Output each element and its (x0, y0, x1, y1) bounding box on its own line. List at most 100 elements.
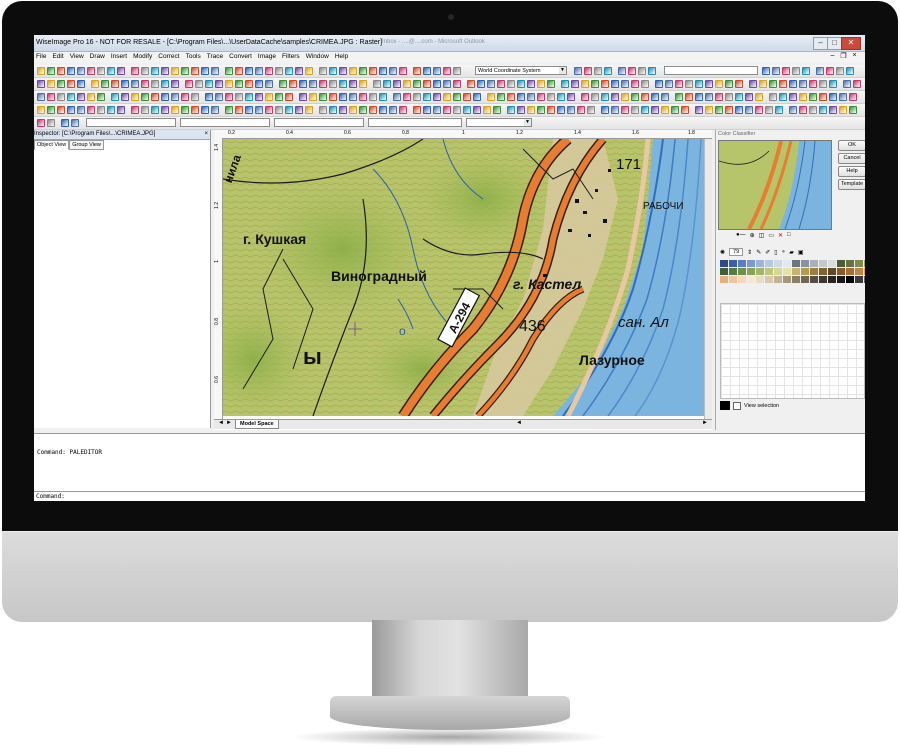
toolbar-button-icon[interactable] (349, 93, 357, 101)
toolbar-button-icon[interactable] (329, 93, 337, 101)
palette-swatch[interactable] (738, 276, 746, 283)
toolbar-button-icon[interactable] (151, 106, 159, 114)
toolbar-button-icon[interactable] (151, 93, 159, 101)
menu-file[interactable]: File (36, 53, 46, 60)
toolbar-button-icon[interactable] (473, 106, 481, 114)
toolbar-button-icon[interactable] (755, 106, 763, 114)
coordinate-system-select[interactable]: World Coordinate System ▼ (475, 66, 567, 75)
toolbar-button-icon[interactable] (57, 106, 65, 114)
toolbar-button-icon[interactable] (571, 80, 579, 88)
toolbar-button-icon[interactable] (47, 106, 55, 114)
toolbar-button-icon[interactable] (725, 106, 733, 114)
toolbar-button-icon[interactable] (265, 106, 273, 114)
toolbar-button-icon[interactable] (799, 80, 807, 88)
toolbar-button-icon[interactable] (299, 80, 307, 88)
palette-swatch[interactable] (765, 260, 773, 267)
toolbar-button-icon[interactable] (379, 106, 387, 114)
toolbar-button-icon[interactable] (339, 67, 347, 75)
close-button[interactable]: ✕ (841, 37, 861, 50)
toolbar-button-icon[interactable] (285, 67, 293, 75)
palette-swatch[interactable] (729, 268, 737, 275)
toolbar-button-icon[interactable] (547, 93, 555, 101)
toolbar-input-1[interactable] (664, 66, 758, 75)
pipette-icon[interactable]: ✎ (756, 249, 761, 256)
palette-swatch[interactable] (846, 260, 854, 267)
toolbar-button-icon[interactable] (373, 80, 381, 88)
toolbar-button-icon[interactable] (191, 106, 199, 114)
toolbar-button-icon[interactable] (195, 80, 203, 88)
toolbar-button-icon[interactable] (601, 93, 609, 101)
toolbar-button-icon[interactable] (433, 93, 441, 101)
toolbar-button-icon[interactable] (819, 80, 827, 88)
toolbar-button-icon[interactable] (591, 93, 599, 101)
toolbar-button-icon[interactable] (423, 80, 431, 88)
toolbar-button-icon[interactable] (601, 106, 609, 114)
toolbar-button-icon[interactable] (47, 119, 55, 127)
pan-icon[interactable]: ▭ (768, 232, 774, 239)
toolbar-button-icon[interactable] (836, 67, 844, 75)
toolbar-button-icon[interactable] (171, 93, 179, 101)
palette-swatch[interactable] (810, 260, 818, 267)
palette-swatch[interactable] (801, 276, 809, 283)
toolbar-button-icon[interactable] (473, 93, 481, 101)
toolbar-button-icon[interactable] (581, 80, 589, 88)
drawing-area[interactable]: 0.2 0.4 0.6 0.8 1 1.2 1.4 1.6 1.8 1.4 1.… (214, 130, 712, 430)
toolbar-button-icon[interactable] (493, 106, 501, 114)
toolbar-button-icon[interactable] (245, 67, 253, 75)
palette-swatch[interactable] (738, 260, 746, 267)
zoom-in-icon[interactable]: ⊕ (750, 232, 755, 239)
toolbar-button-icon[interactable] (107, 106, 115, 114)
toolbar-button-icon[interactable] (369, 67, 377, 75)
toolbar-button-icon[interactable] (819, 106, 827, 114)
toolbar-button-icon[interactable] (661, 93, 669, 101)
toolbar-button-icon[interactable] (453, 106, 461, 114)
toolbar-button-icon[interactable] (389, 67, 397, 75)
toolbar-button-icon[interactable] (765, 106, 773, 114)
palette-swatch[interactable] (783, 276, 791, 283)
toolbar-button-icon[interactable] (87, 93, 95, 101)
toolbar-button-icon[interactable] (829, 80, 837, 88)
toolbar-button-icon[interactable] (631, 106, 639, 114)
toolbar-button-icon[interactable] (57, 67, 65, 75)
toolbar-button-icon[interactable] (685, 93, 693, 101)
toolbar-button-icon[interactable] (413, 93, 421, 101)
toolbar-button-icon[interactable] (393, 93, 401, 101)
palette-swatch[interactable] (747, 276, 755, 283)
palette-swatch[interactable] (864, 260, 865, 267)
zoom-slider-icon[interactable]: ●— (736, 232, 746, 239)
menu-trace[interactable]: Trace (207, 53, 223, 60)
toolbar-button-icon[interactable] (77, 67, 85, 75)
toolbar-button-icon[interactable] (567, 106, 575, 114)
toolbar-button-icon[interactable] (705, 106, 713, 114)
stepper-icon[interactable]: ⇕ (747, 249, 752, 256)
toolbar-button-icon[interactable] (107, 67, 115, 75)
pipette-plus-icon[interactable]: ✐ (765, 249, 770, 256)
palette-swatch[interactable] (747, 260, 755, 267)
toolbar-button-icon[interactable] (611, 93, 619, 101)
toolbar-button-icon[interactable] (191, 67, 199, 75)
toolbar-button-icon[interactable] (235, 80, 243, 88)
toolbar-button-icon[interactable] (715, 93, 723, 101)
menu-help[interactable]: Help (335, 53, 348, 60)
toolbar-button-icon[interactable] (547, 106, 555, 114)
doc-restore-button[interactable]: ❐ (839, 52, 848, 60)
palette-swatch[interactable] (765, 268, 773, 275)
toolbar-button-icon[interactable] (581, 93, 589, 101)
toolbar-button-icon[interactable] (235, 67, 243, 75)
toolbar-button-icon[interactable] (151, 67, 159, 75)
scroll-right-icon[interactable]: ► (226, 420, 232, 426)
toolbar-button-icon[interactable] (853, 80, 861, 88)
toolbar-button-icon[interactable] (399, 106, 407, 114)
toolbar-button-icon[interactable] (792, 67, 800, 75)
palette-swatch[interactable] (756, 260, 764, 267)
toolbar-button-icon[interactable] (577, 106, 585, 114)
toolbar-button-icon[interactable] (235, 93, 243, 101)
toolbar-button-icon[interactable] (47, 80, 55, 88)
menu-filters[interactable]: Filters (282, 53, 300, 60)
toolbar-button-icon[interactable] (537, 80, 545, 88)
toolbar-button-icon[interactable] (829, 93, 837, 101)
toolbar-button-icon[interactable] (631, 93, 639, 101)
toolbar-button-icon[interactable] (309, 80, 317, 88)
minimize-button[interactable]: – (813, 37, 828, 50)
toolbar-button-icon[interactable] (319, 80, 327, 88)
